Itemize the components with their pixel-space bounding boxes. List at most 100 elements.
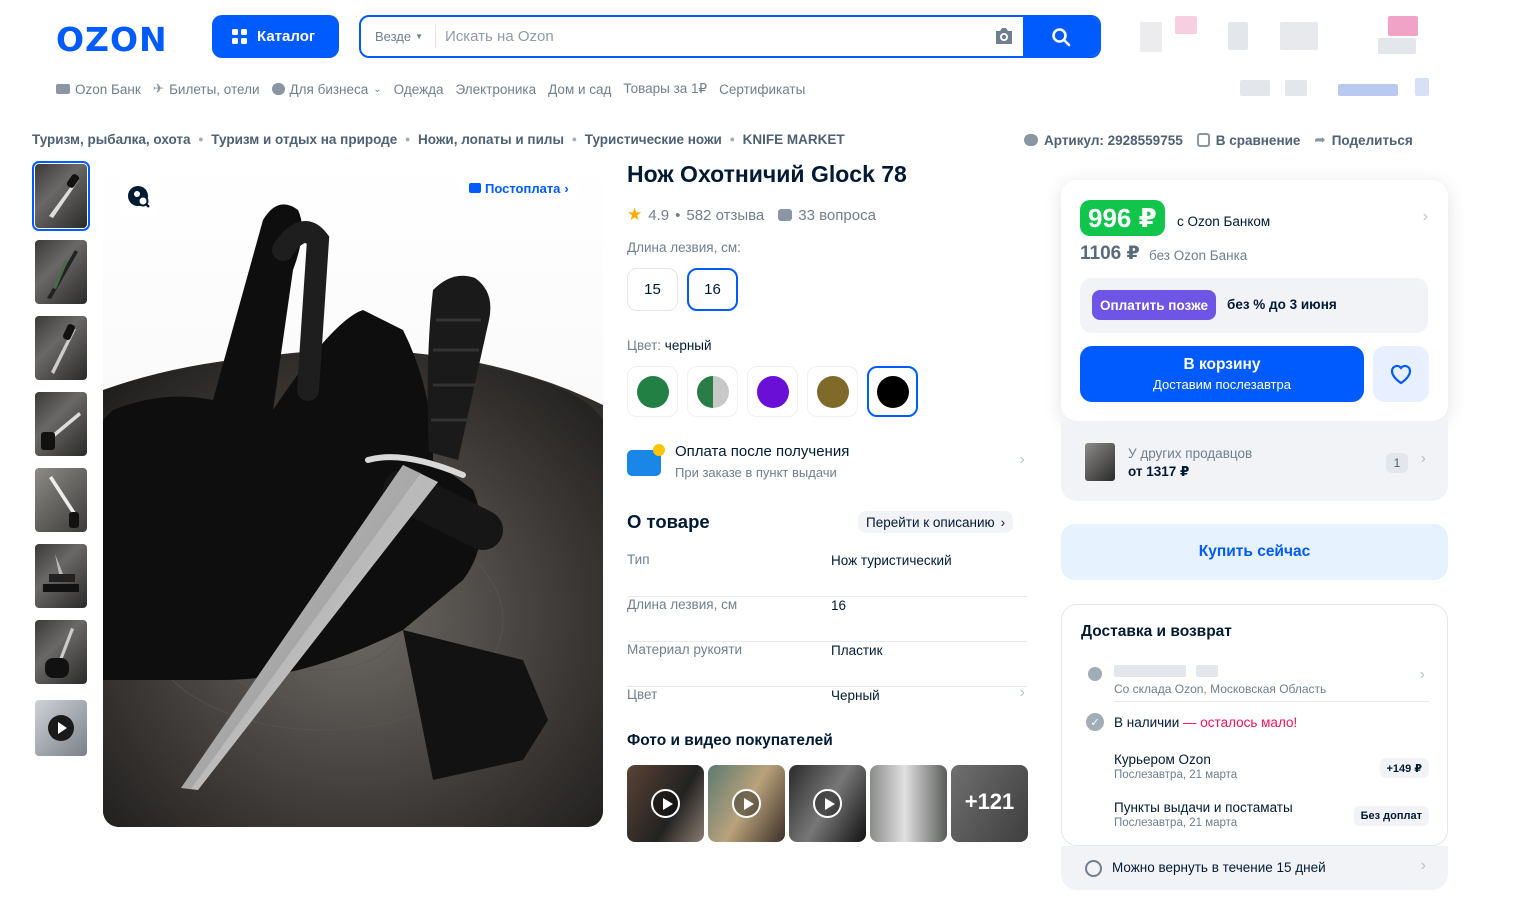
- other-sellers-label: У других продавцов: [1128, 446, 1253, 461]
- attribute-row: Длина лезвия, см 16: [627, 597, 1027, 642]
- nav-item-tickets[interactable]: ✈ Билеты, отели: [153, 81, 260, 97]
- card-icon: [56, 84, 70, 94]
- gallery-video-thumbnail[interactable]: [35, 700, 87, 756]
- color-option-green[interactable]: [627, 366, 678, 417]
- payment-after-delivery[interactable]: Оплата после получения При заказе в пунк…: [627, 442, 1027, 482]
- chevron-right-icon: ›: [1000, 514, 1006, 530]
- attribute-row: Тип Нож туристический: [627, 552, 1027, 597]
- similar-search-button[interactable]: [119, 177, 159, 217]
- search-scope-select[interactable]: Везде ▼: [361, 17, 437, 56]
- return-policy-text: Можно вернуть в течение 15 дней: [1112, 860, 1326, 875]
- stock-status: В наличии — осталось мало!: [1114, 715, 1298, 730]
- delivery-address-row[interactable]: Со склада Ozon, Московская Область ›: [1062, 661, 1447, 701]
- chevron-right-icon: ›: [564, 180, 569, 196]
- other-sellers-count: 1: [1386, 453, 1408, 473]
- nav-item-business[interactable]: Для бизнеса ⌄: [271, 82, 382, 97]
- color-option-black[interactable]: [867, 366, 918, 417]
- attribute-row-color[interactable]: Цвет Черный ›: [627, 684, 1027, 732]
- customer-video[interactable]: [708, 765, 785, 842]
- blade-length-label: Длина лезвия, см:: [627, 240, 741, 255]
- customer-photos-more[interactable]: +121: [951, 765, 1028, 842]
- size-option-16[interactable]: 16: [687, 268, 738, 311]
- other-sellers-price: от 1317 ₽: [1128, 464, 1190, 479]
- gallery-thumbnail[interactable]: [35, 392, 87, 456]
- return-icon: [1085, 860, 1102, 877]
- pay-later-text: без % до 3 июня: [1227, 297, 1337, 312]
- nav-item-electronics[interactable]: Электроника: [456, 82, 537, 97]
- image-search-icon: [128, 186, 150, 208]
- nav-item-clothes[interactable]: Одежда: [394, 82, 444, 97]
- gallery-thumbnail[interactable]: [35, 544, 87, 608]
- ozon-bank-label: с Ozon Банком: [1177, 214, 1271, 229]
- reviews-link[interactable]: 582 отзыва: [686, 207, 764, 224]
- search-button[interactable]: [1023, 17, 1099, 56]
- nav-item-ozon-bank[interactable]: Ozon Банк: [56, 82, 141, 97]
- return-policy-row[interactable]: Можно вернуть в течение 15 дней ›: [1061, 846, 1448, 890]
- chevron-right-icon[interactable]: ›: [1423, 208, 1428, 226]
- gallery-thumbnail[interactable]: [35, 316, 87, 380]
- chevron-down-icon: ⌄: [373, 83, 382, 95]
- pay-later-badge: Оплатить позже: [1092, 290, 1216, 320]
- chevron-right-icon: ›: [1420, 857, 1426, 874]
- chevron-right-icon: ›: [1019, 684, 1025, 701]
- customer-photo[interactable]: [870, 765, 947, 842]
- briefcase-icon: [271, 83, 285, 95]
- gallery-thumbnail[interactable]: [35, 240, 87, 304]
- breadcrumb-item[interactable]: Туристические ножи: [585, 132, 722, 147]
- chevron-right-icon: ›: [1019, 451, 1025, 468]
- ozon-logo[interactable]: OZON: [56, 20, 168, 59]
- breadcrumb-item[interactable]: Туризм и отдых на природе: [211, 132, 397, 147]
- add-to-cart-button[interactable]: В корзину Доставим послезавтра: [1080, 346, 1364, 402]
- article-number[interactable]: Артикул: 2928559755: [1024, 132, 1183, 148]
- nav-item-home[interactable]: Дом и сад: [548, 82, 611, 97]
- courier-price-badge: +149 ₽: [1379, 758, 1429, 778]
- pay-later-block[interactable]: Оплатить позже без % до 3 июня: [1080, 278, 1428, 333]
- color-option-gray-split[interactable]: [687, 366, 738, 417]
- questions-link[interactable]: 33 вопроса: [798, 207, 876, 224]
- gallery-thumbnail[interactable]: [35, 620, 87, 684]
- color-option-olive[interactable]: [807, 366, 858, 417]
- chat-bubbles-icon: [1024, 134, 1038, 146]
- knife-photo: [103, 160, 603, 827]
- top-nav: Ozon Банк ✈ Билеты, отели Для бизнеса ⌄ Од…: [56, 80, 805, 98]
- price-card: 996 ₽ с Ozon Банком › 1106 ₽ без Ozon Ба…: [1061, 180, 1448, 421]
- color-option-purple[interactable]: [747, 366, 798, 417]
- share-button[interactable]: ➦ Поделиться: [1314, 132, 1412, 148]
- favorite-button[interactable]: [1373, 346, 1429, 402]
- plane-icon: ✈: [152, 81, 165, 96]
- rating-value[interactable]: 4.9: [648, 207, 669, 224]
- delivery-option-courier[interactable]: Курьером Ozon Послезавтра, 21 марта +149…: [1114, 752, 1429, 788]
- nav-item-certificates[interactable]: Сертификаты: [719, 82, 805, 97]
- search-icon: [1052, 27, 1071, 46]
- size-option-15[interactable]: 15: [627, 268, 678, 311]
- share-icon: ➦: [1314, 132, 1326, 147]
- customer-video[interactable]: [627, 765, 704, 842]
- gallery-thumbnail[interactable]: [35, 468, 87, 532]
- breadcrumb-item[interactable]: Ножи, лопаты и пилы: [418, 132, 564, 147]
- nav-item-1rub[interactable]: Товары за 1₽: [623, 81, 707, 97]
- warehouse-text: Со склада Ozon, Московская Область: [1114, 682, 1327, 696]
- delivery-option-pickup[interactable]: Пункты выдачи и постаматы Послезавтра, 2…: [1114, 800, 1429, 836]
- postpay-badge[interactable]: Постоплата ›: [460, 177, 578, 199]
- delivery-estimate: Доставим послезавтра: [1153, 377, 1291, 392]
- breadcrumb-item[interactable]: Туризм, рыбалка, охота: [32, 132, 191, 147]
- ozon-bank-price[interactable]: 996 ₽: [1080, 200, 1165, 236]
- search-divider: [435, 25, 436, 48]
- buy-now-button[interactable]: Купить сейчас: [1061, 524, 1448, 580]
- go-to-description-button[interactable]: Перейти к описанию ›: [858, 511, 1014, 533]
- play-icon: [732, 789, 761, 818]
- camera-icon[interactable]: [993, 27, 1015, 45]
- other-sellers[interactable]: У других продавцов от 1317 ₽ 1 ›: [1061, 421, 1448, 501]
- gallery-thumbnail[interactable]: [32, 161, 90, 231]
- product-main-image[interactable]: Постоплата ›: [103, 160, 603, 827]
- play-icon: [813, 789, 842, 818]
- catalog-button[interactable]: Каталог: [212, 15, 339, 58]
- compare-button[interactable]: В сравнение: [1196, 132, 1300, 148]
- color-label: Цвет: черный: [627, 338, 712, 353]
- delivery-card: Доставка и возврат Со склада Ozon, Моско…: [1061, 604, 1448, 846]
- search-input[interactable]: [445, 17, 985, 56]
- breadcrumb-item[interactable]: KNIFE MARKET: [743, 132, 845, 147]
- rating-bar: ★ 4.9 • 582 отзыва 33 вопроса: [627, 205, 876, 224]
- customer-video[interactable]: [789, 765, 866, 842]
- product-title: Нож Охотничий Glock 78: [627, 161, 907, 187]
